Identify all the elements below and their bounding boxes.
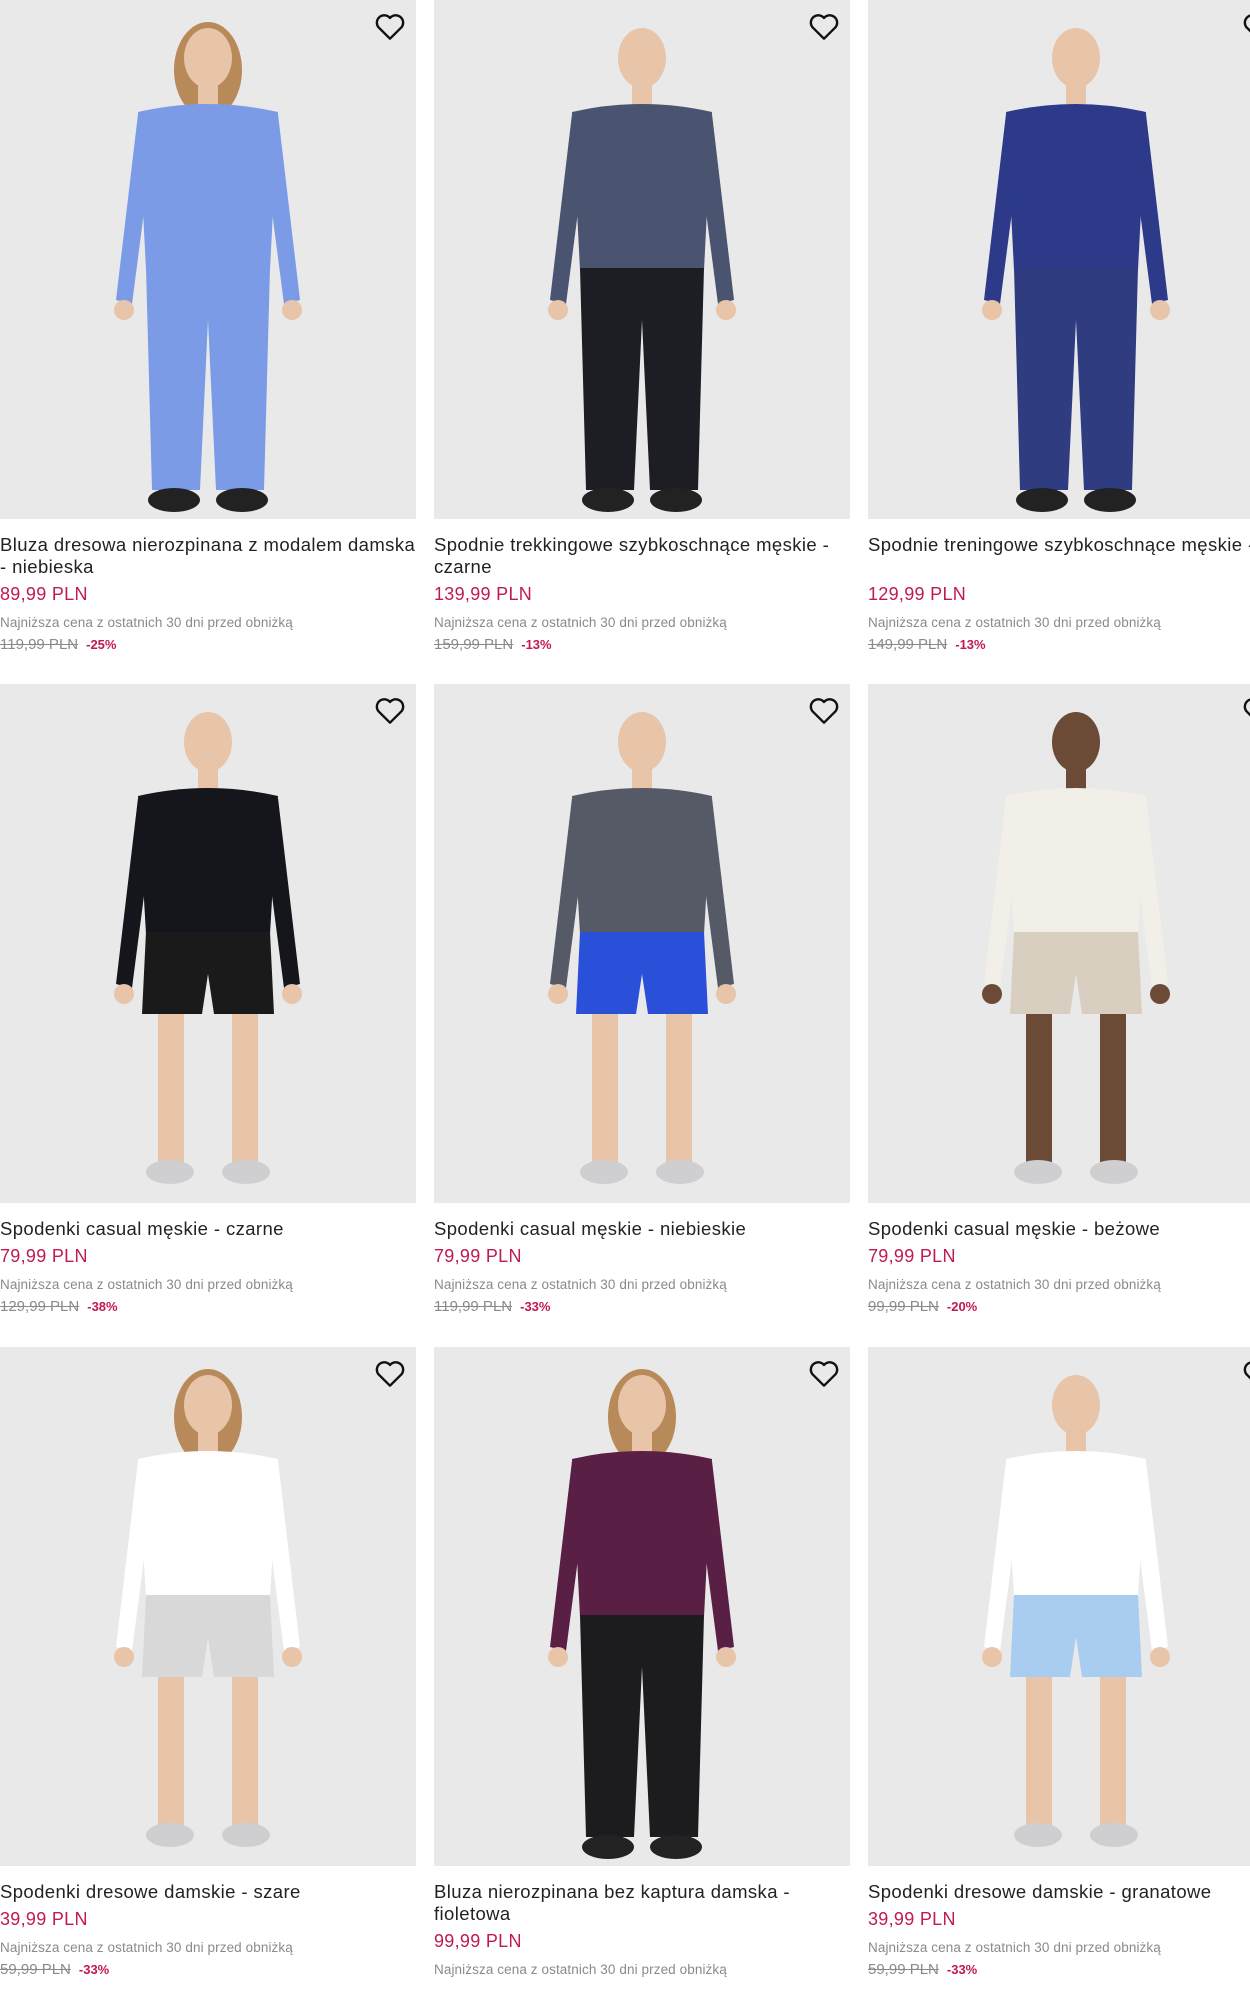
wishlist-button[interactable] <box>1240 694 1250 726</box>
product-card[interactable]: Bluza nierozpinana bez kaptura damska - … <box>434 1347 850 1977</box>
lowest-price-label: Najniższa cena z ostatnich 30 dni przed … <box>868 1277 1161 1292</box>
product-card[interactable]: Spodenki casual męskie - beżowe 79,99 PL… <box>868 684 1250 1315</box>
product-name[interactable]: Spodenki casual męskie - czarne <box>0 1218 416 1240</box>
product-price: 139,99 PLN <box>434 584 533 604</box>
heart-icon <box>809 1361 839 1387</box>
model-figure <box>982 1375 1170 1847</box>
heart-icon <box>375 698 405 724</box>
model-figure <box>548 1369 736 1859</box>
lowest-price-label: Najniższa cena z ostatnich 30 dni przed … <box>868 1940 1161 1955</box>
wishlist-button[interactable] <box>1240 10 1250 42</box>
wishlist-button[interactable] <box>806 1357 842 1389</box>
lowest-price-label: Najniższa cena z ostatnich 30 dni przed … <box>0 1277 293 1292</box>
discount-badge: -13% <box>521 637 552 652</box>
wishlist-button[interactable] <box>1240 1357 1250 1389</box>
old-price: 119,99 PLN <box>0 636 79 653</box>
product-price: 79,99 PLN <box>434 1246 522 1266</box>
lowest-price-label: Najniższa cena z ostatnich 30 dni przed … <box>434 1277 727 1292</box>
old-price: 59,99 PLN <box>868 1961 939 1978</box>
discount-badge: -20% <box>946 1299 978 1314</box>
product-name[interactable]: Spodenki casual męskie - beżowe <box>868 1218 1250 1240</box>
lowest-price-label: Najniższa cena z ostatnich 30 dni przed … <box>0 1940 293 1955</box>
product-price: 89,99 PLN <box>0 584 88 604</box>
product-card[interactable]: Spodenki casual męskie - niebieskie 79,9… <box>434 684 850 1315</box>
wishlist-button[interactable] <box>806 10 842 42</box>
old-price: 149,99 PLN <box>868 636 948 653</box>
old-price: 119,99 PLN <box>434 1298 513 1315</box>
lowest-price-label: Najniższa cena z ostatnich 30 dni przed … <box>0 615 293 630</box>
product-image[interactable] <box>434 1347 850 1866</box>
model-figure <box>114 22 302 512</box>
model-figure <box>114 712 302 1184</box>
product-card[interactable]: Spodenki dresowe damskie - szare 39,99 P… <box>0 1347 416 1978</box>
product-name[interactable]: Spodenki dresowe damskie - szare <box>0 1881 416 1903</box>
product-card[interactable]: Spodenki dresowe damskie - granatowe 39,… <box>868 1347 1250 1978</box>
wishlist-button[interactable] <box>372 10 408 42</box>
product-image[interactable] <box>868 0 1250 519</box>
wishlist-button[interactable] <box>372 1357 408 1389</box>
old-price: 159,99 PLN <box>434 636 514 653</box>
lowest-price-label: Najniższa cena z ostatnich 30 dni przed … <box>868 615 1161 630</box>
product-price: 129,99 PLN <box>868 584 967 604</box>
model-figure <box>982 712 1170 1184</box>
heart-icon <box>1243 698 1250 717</box>
product-image[interactable] <box>868 684 1250 1203</box>
discount-badge: -33% <box>78 1962 110 1977</box>
heart-icon <box>375 14 405 40</box>
product-image[interactable] <box>434 0 850 519</box>
discount-badge: -33% <box>520 1299 551 1314</box>
old-price: 99,99 PLN <box>868 1298 939 1315</box>
lowest-price-label: Najniższa cena z ostatnich 30 dni przed … <box>434 1962 727 1977</box>
product-card[interactable]: Spodnie trekkingowe szybkoschnące męskie… <box>434 0 850 653</box>
product-card[interactable]: Spodenki casual męskie - czarne 79,99 PL… <box>0 684 416 1315</box>
product-image[interactable] <box>0 0 416 519</box>
product-name[interactable]: Bluza dresowa nierozpinana z modalem dam… <box>0 534 416 578</box>
product-price: 79,99 PLN <box>0 1246 88 1266</box>
product-image[interactable] <box>0 1347 416 1866</box>
product-name[interactable]: Bluza nierozpinana bez kaptura damska - … <box>434 1881 850 1925</box>
product-price: 39,99 PLN <box>868 1909 956 1929</box>
discount-badge: -33% <box>946 1962 978 1977</box>
lowest-price-label: Najniższa cena z ostatnich 30 dni przed … <box>434 615 727 630</box>
product-name[interactable]: Spodnie trekkingowe szybkoschnące męskie… <box>434 534 850 578</box>
product-card[interactable]: Bluza dresowa nierozpinana z modalem dam… <box>0 0 416 653</box>
product-name[interactable]: Spodenki casual męskie - niebieskie <box>434 1218 850 1240</box>
product-price: 39,99 PLN <box>0 1909 88 1929</box>
product-card[interactable]: Spodnie treningowe szybkoschnące męskie … <box>868 0 1250 653</box>
product-price: 79,99 PLN <box>868 1246 956 1266</box>
product-image[interactable] <box>434 684 850 1203</box>
old-price: 129,99 PLN <box>0 1298 80 1315</box>
heart-icon <box>1243 1361 1250 1380</box>
heart-icon <box>1243 14 1250 33</box>
product-image[interactable] <box>0 684 416 1203</box>
product-name[interactable]: Spodnie treningowe szybkoschnące męskie … <box>868 534 1250 578</box>
heart-icon <box>375 1361 405 1387</box>
model-figure <box>982 28 1170 512</box>
discount-badge: -38% <box>87 1299 118 1314</box>
wishlist-button[interactable] <box>372 694 408 726</box>
product-price: 99,99 PLN <box>434 1931 522 1951</box>
product-grid: Bluza dresowa nierozpinana z modalem dam… <box>0 0 1250 1992</box>
model-figure <box>548 28 736 512</box>
model-figure <box>114 1369 302 1847</box>
old-price: 59,99 PLN <box>0 1961 71 1978</box>
discount-badge: -25% <box>86 637 117 652</box>
product-name[interactable]: Spodenki dresowe damskie - granatowe <box>868 1881 1250 1903</box>
model-figure <box>548 712 736 1184</box>
heart-icon <box>809 698 839 724</box>
product-image[interactable] <box>868 1347 1250 1866</box>
wishlist-button[interactable] <box>806 694 842 726</box>
discount-badge: -13% <box>955 637 986 652</box>
heart-icon <box>809 14 839 40</box>
